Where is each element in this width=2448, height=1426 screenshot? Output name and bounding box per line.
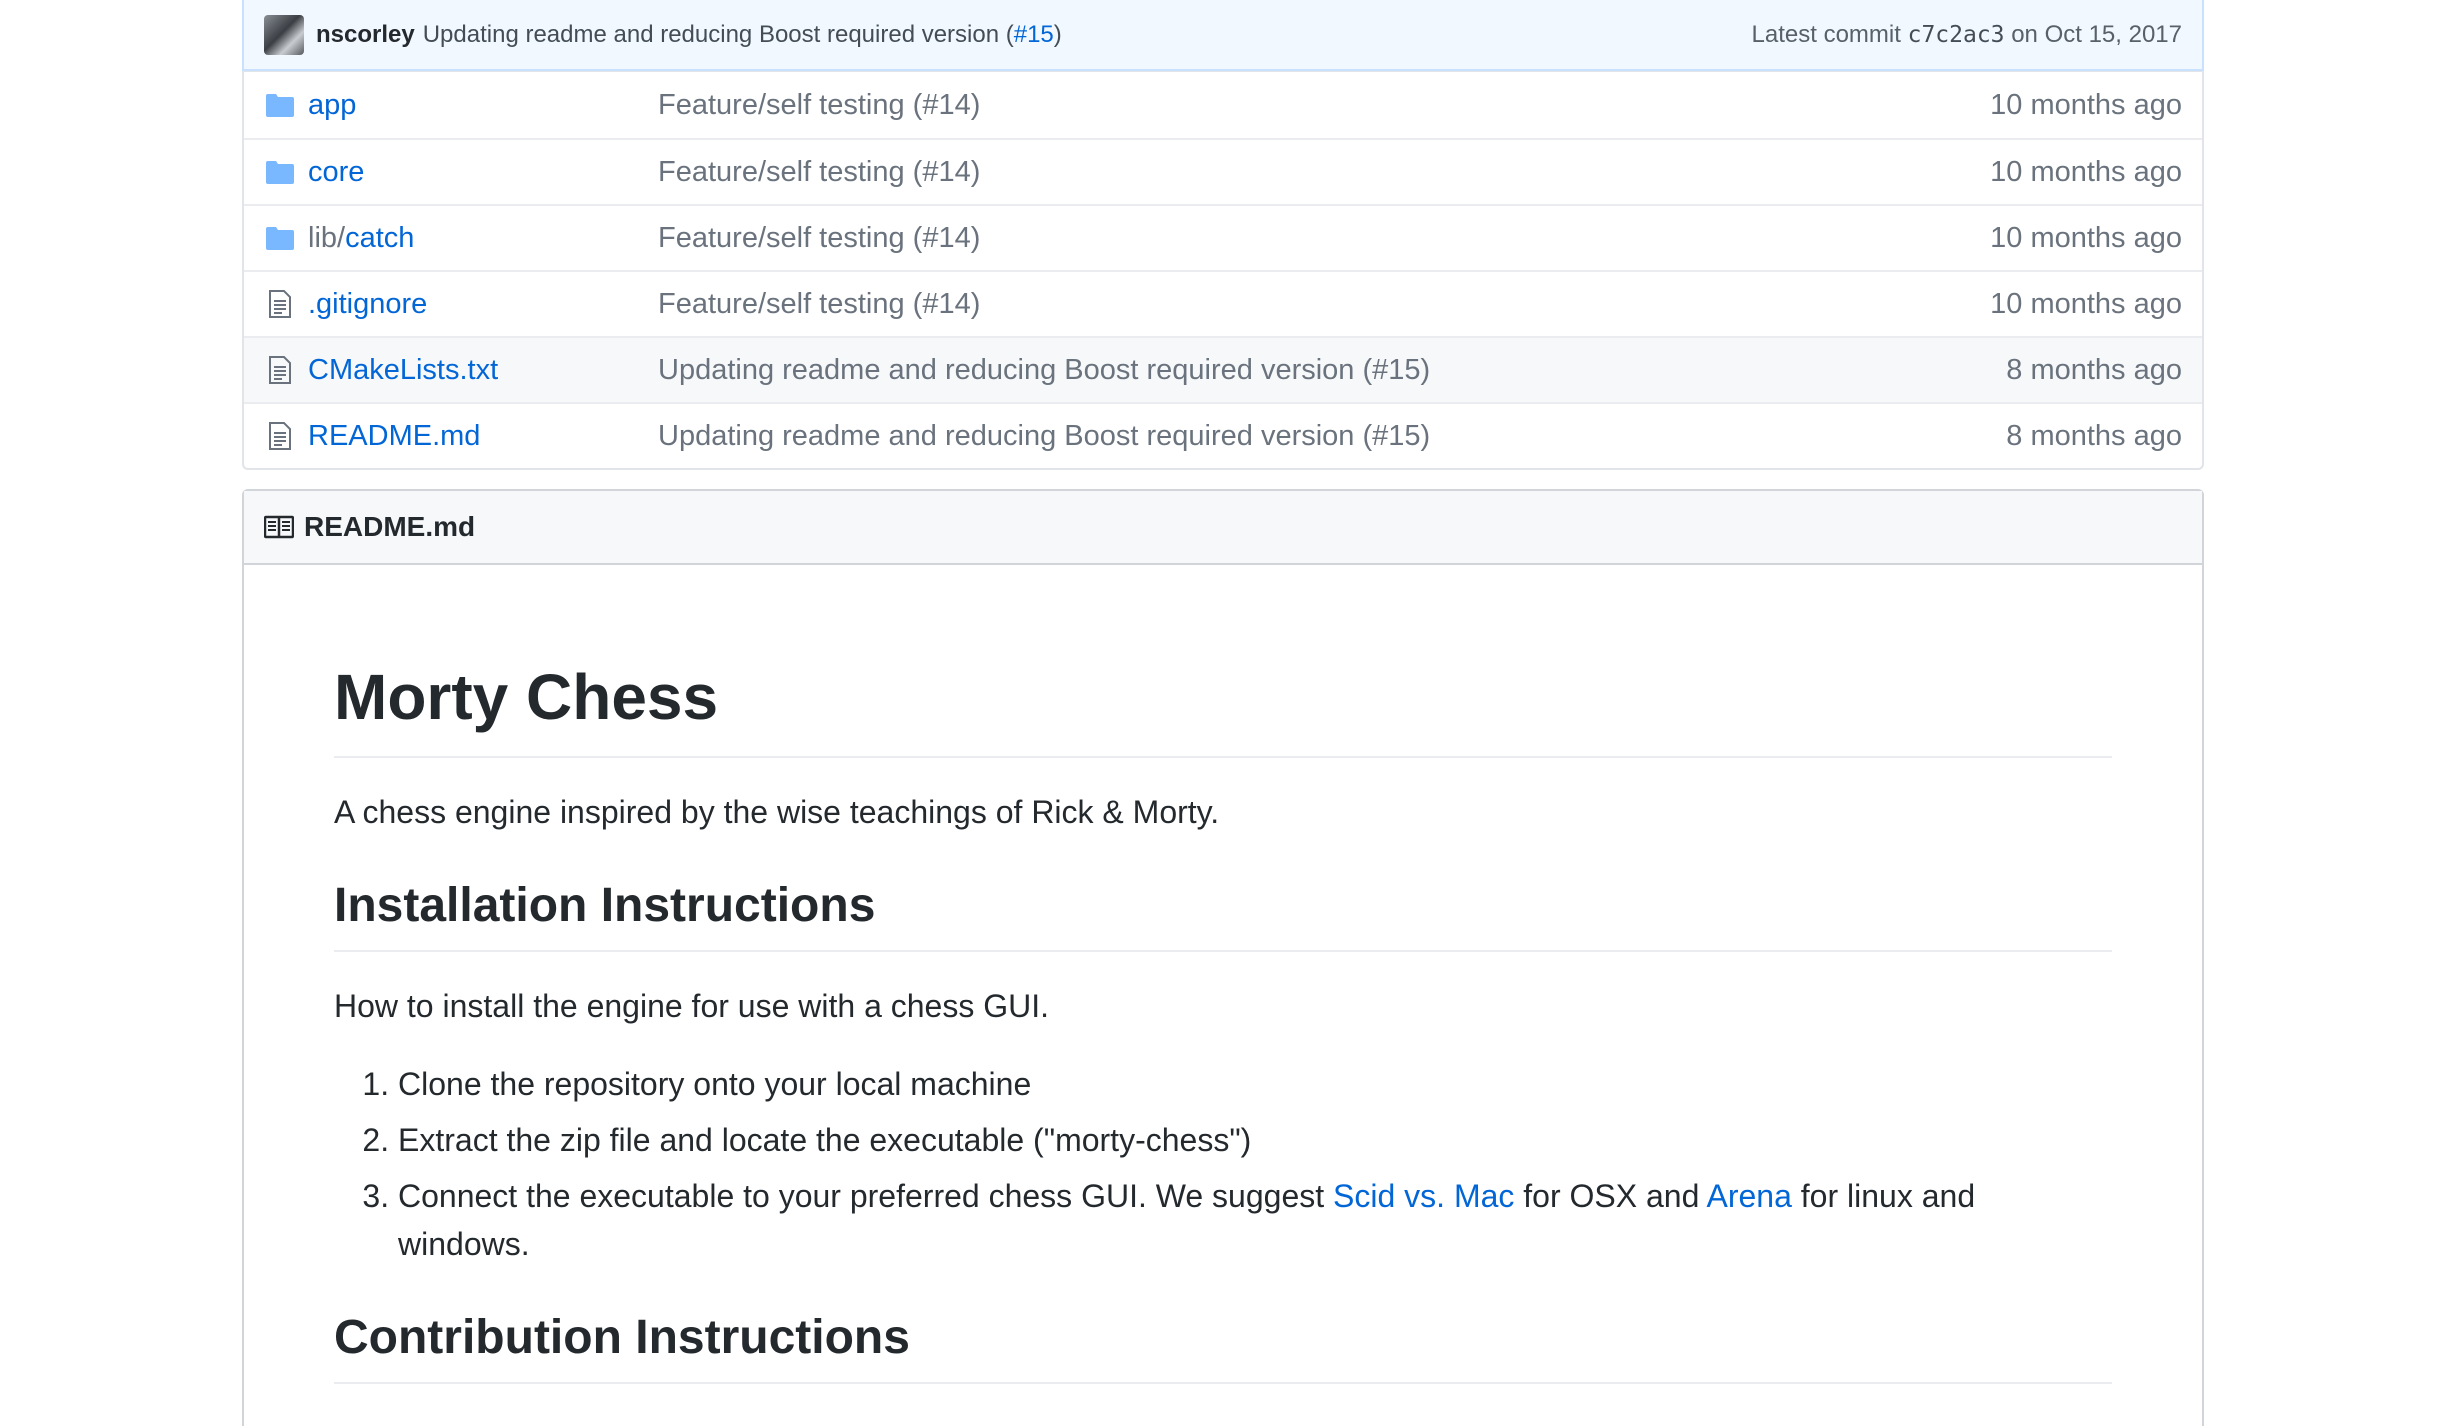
book-icon <box>264 515 294 539</box>
file-commit-message[interactable]: Feature/self testing (#14) <box>658 89 1990 122</box>
readme-box: README.md Morty Chess A chess engine ins… <box>242 489 2204 1426</box>
file-name[interactable]: core <box>308 156 364 188</box>
file-text-icon <box>264 420 296 452</box>
file-age: 10 months ago <box>1990 221 2182 254</box>
file-commit-message[interactable]: Feature/self testing (#14) <box>658 288 1990 321</box>
install-step: Connect the executable to your preferred… <box>398 1172 2112 1268</box>
readme-title: Morty Chess <box>334 659 2112 758</box>
readme-intro: A chess engine inspired by the wise teac… <box>334 793 1220 830</box>
folder-icon <box>264 156 296 188</box>
commit-sha[interactable]: c7c2ac3 <box>1908 22 2005 48</box>
folder-icon <box>264 222 296 254</box>
latest-commit-bar: nscorley Updating readme and reducing Bo… <box>242 0 2204 71</box>
commit-message-end: ) <box>1053 20 1062 48</box>
author-avatar[interactable] <box>264 14 304 55</box>
file-row: CMakeLists.txt Updating readme and reduc… <box>244 336 2202 402</box>
file-commit-message[interactable]: Updating readme and reducing Boost requi… <box>658 354 2006 387</box>
commit-message-text[interactable]: Updating readme and reducing Boost requi… <box>423 21 1014 48</box>
folder-icon <box>264 89 296 121</box>
file-name[interactable]: app <box>308 89 356 121</box>
install-step: Extract the zip file and locate the exec… <box>398 1116 2112 1164</box>
readme-body: Morty Chess A chess engine inspired by t… <box>244 659 2202 1384</box>
readme-filename: README.md <box>304 511 476 542</box>
commit-pr-link[interactable]: #15 <box>1014 21 1054 48</box>
file-name-link[interactable]: README.md <box>308 420 658 453</box>
readme-header: README.md <box>244 491 2202 565</box>
file-age: 10 months ago <box>1990 287 2182 320</box>
install-steps: Clone the repository onto your local mac… <box>334 1060 2112 1268</box>
install-intro: How to install the engine for use with a… <box>334 987 1050 1024</box>
step3-text-a: Connect the executable to your preferred… <box>398 1177 1334 1214</box>
arena-link[interactable]: Arena <box>1707 1178 1792 1214</box>
latest-commit-label: Latest commit <box>1751 20 1901 48</box>
file-commit-message[interactable]: Updating readme and reducing Boost requi… <box>658 420 2006 453</box>
file-row: .gitignore Feature/self testing (#14) 10… <box>244 270 2202 336</box>
file-table: app Feature/self testing (#14) 10 months… <box>242 71 2204 470</box>
file-row: app Feature/self testing (#14) 10 months… <box>244 72 2202 138</box>
file-commit-message[interactable]: Feature/self testing (#14) <box>658 156 1990 189</box>
file-row: lib/catch Feature/self testing (#14) 10 … <box>244 204 2202 270</box>
repo-content: nscorley Updating readme and reducing Bo… <box>242 0 2204 1426</box>
file-text-icon <box>264 288 296 320</box>
contrib-heading: Contribution Instructions <box>334 1308 2112 1384</box>
commit-date: on Oct 15, 2017 <box>2011 20 2182 48</box>
commit-meta: Latest commit c7c2ac3 on Oct 15, 2017 <box>1752 21 2182 49</box>
install-heading: Installation Instructions <box>334 876 2112 952</box>
file-row: README.md Updating readme and reducing B… <box>244 402 2202 468</box>
scid-vs-mac-link[interactable]: Scid vs. Mac <box>1333 1178 1514 1214</box>
commit-author[interactable]: nscorley <box>316 21 415 49</box>
file-name-link[interactable]: lib/catch <box>308 222 658 255</box>
file-name[interactable]: catch <box>345 222 414 254</box>
file-name-link[interactable]: CMakeLists.txt <box>308 354 658 387</box>
file-path-prefix: lib/ <box>308 221 346 254</box>
file-age: 10 months ago <box>1990 88 2182 121</box>
file-age: 8 months ago <box>2006 353 2182 386</box>
install-step: Clone the repository onto your local mac… <box>398 1060 2112 1108</box>
file-age: 10 months ago <box>1990 155 2182 188</box>
file-commit-message[interactable]: Feature/self testing (#14) <box>658 222 1990 255</box>
file-name-link[interactable]: app <box>308 89 658 122</box>
file-name-link[interactable]: core <box>308 156 658 189</box>
file-name[interactable]: README.md <box>308 420 480 452</box>
commit-message[interactable]: Updating readme and reducing Boost requi… <box>423 21 1062 49</box>
file-age: 8 months ago <box>2006 419 2182 452</box>
file-name[interactable]: CMakeLists.txt <box>308 354 498 386</box>
step3-text-b: for OSX and <box>1514 1177 1707 1214</box>
file-text-icon <box>264 354 296 386</box>
file-name-link[interactable]: .gitignore <box>308 288 658 321</box>
file-name[interactable]: .gitignore <box>308 288 427 320</box>
file-row: core Feature/self testing (#14) 10 month… <box>244 138 2202 204</box>
